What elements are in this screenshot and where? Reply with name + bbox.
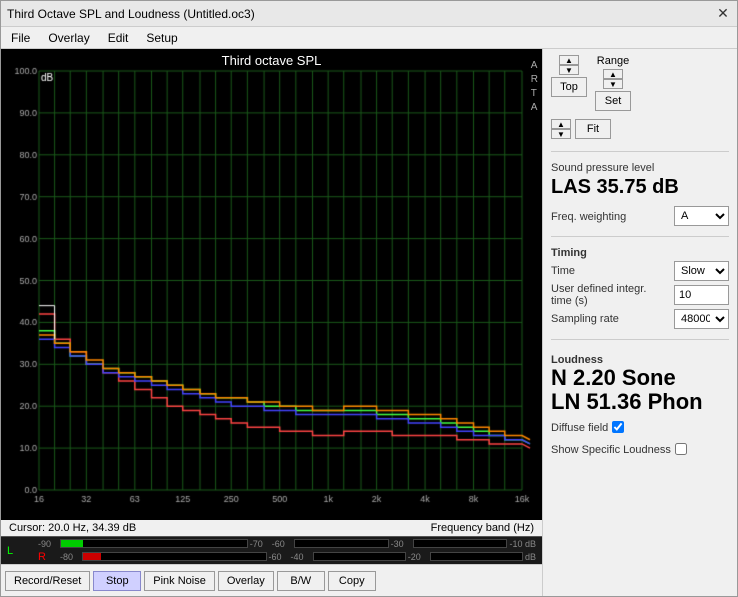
divider-1 [551, 151, 729, 152]
time-row: Time Slow Fast Impulse [551, 261, 729, 281]
fit-up-arrow[interactable]: ▲ [551, 119, 571, 129]
cursor-info: Cursor: 20.0 Hz, 34.39 dB Frequency band… [1, 520, 542, 536]
chart-canvas [1, 49, 542, 520]
freq-weight-row: Freq. weighting A B C Z [551, 206, 729, 226]
user-integr-input[interactable] [674, 285, 729, 305]
cursor-text: Cursor: 20.0 Hz, 34.39 dB [9, 522, 136, 534]
pink-noise-button[interactable]: Pink Noise [144, 571, 215, 591]
spl-section-label: Sound pressure level [551, 162, 729, 174]
timing-section: Timing Time Slow Fast Impulse User defin… [551, 245, 729, 331]
top-ctrl-group: ▲ ▼ Top [551, 55, 587, 111]
range-down-arrow[interactable]: ▼ [603, 79, 623, 89]
loudness-ln: LN 51.36 Phon [551, 390, 729, 414]
copy-button[interactable]: Copy [328, 571, 376, 591]
chart-area: Third octave SPL ARTA Cursor: 20.0 Hz, 3… [1, 49, 542, 596]
set-button[interactable]: Set [595, 91, 631, 111]
show-specific-label: Show Specific Loudness [551, 444, 671, 456]
record-reset-button[interactable]: Record/Reset [5, 571, 90, 591]
sampling-rate-row: Sampling rate 44100 48000 96000 [551, 309, 729, 329]
level-meter: L -90 -70 -60 -30 -10 dB [1, 536, 542, 564]
spl-value: LAS 35.75 dB [551, 176, 729, 198]
loudness-n: N 2.20 Sone [551, 366, 729, 390]
window-title: Third Octave SPL and Loudness (Untitled.… [7, 7, 255, 21]
loudness-section: Loudness N 2.20 Sone LN 51.36 Phon [551, 352, 729, 414]
freq-band-text: Frequency band (Hz) [431, 522, 534, 534]
right-panel: ▲ ▼ Top Range ▲ ▼ Set ▲ [542, 49, 737, 596]
menu-edit[interactable]: Edit [102, 29, 135, 47]
spl-section: Sound pressure level LAS 35.75 dB [551, 160, 729, 200]
top-up-arrow[interactable]: ▲ [559, 55, 579, 65]
top-spin: ▲ ▼ [559, 55, 579, 75]
fit-button[interactable]: Fit [575, 119, 611, 139]
chart-title: Third octave SPL [222, 53, 322, 68]
chart-container: Third octave SPL ARTA [1, 49, 542, 520]
main-window: Third Octave SPL and Loudness (Untitled.… [0, 0, 738, 597]
range-spin: ▲ ▼ [603, 69, 623, 89]
sampling-rate-label: Sampling rate [551, 313, 619, 325]
range-up-arrow[interactable]: ▲ [603, 69, 623, 79]
diffuse-field-checkbox[interactable] [612, 421, 624, 433]
main-content: Third octave SPL ARTA Cursor: 20.0 Hz, 3… [1, 49, 737, 596]
bw-button[interactable]: B/W [277, 571, 325, 591]
sampling-rate-select[interactable]: 44100 48000 96000 [674, 309, 729, 329]
fit-down-arrow[interactable]: ▼ [551, 129, 571, 139]
time-select[interactable]: Slow Fast Impulse [674, 261, 729, 281]
r-label: R [38, 551, 58, 563]
diffuse-field-label: Diffuse field [551, 422, 608, 434]
freq-weight-select[interactable]: A B C Z [674, 206, 729, 226]
menu-bar: File Overlay Edit Setup [1, 27, 737, 49]
show-specific-checkbox[interactable] [675, 443, 687, 455]
menu-overlay[interactable]: Overlay [42, 29, 95, 47]
user-integr-row: User defined integr. time (s) [551, 283, 729, 307]
top-down-arrow[interactable]: ▼ [559, 65, 579, 75]
freq-weight-label: Freq. weighting [551, 211, 626, 223]
title-bar: Third Octave SPL and Loudness (Untitled.… [1, 1, 737, 27]
fit-spin: ▲ ▼ [551, 119, 571, 139]
divider-2 [551, 236, 729, 237]
diffuse-field-row: Diffuse field [551, 420, 729, 434]
overlay-button[interactable]: Overlay [218, 571, 274, 591]
range-label: Range [597, 55, 629, 67]
top-controls: ▲ ▼ Top Range ▲ ▼ Set [551, 55, 729, 111]
user-integr-label: User defined integr. time (s) [551, 283, 651, 307]
top-button[interactable]: Top [551, 77, 587, 97]
stop-button[interactable]: Stop [93, 571, 141, 591]
menu-setup[interactable]: Setup [140, 29, 183, 47]
menu-file[interactable]: File [5, 29, 36, 47]
bottom-buttons: Record/Reset Stop Pink Noise Overlay B/W… [1, 564, 542, 596]
arta-label: ARTA [531, 59, 538, 115]
range-ctrl-group: Range ▲ ▼ Set [595, 55, 631, 111]
time-label: Time [551, 265, 575, 277]
divider-3 [551, 339, 729, 340]
timing-label: Timing [551, 247, 729, 259]
l-label: L [7, 545, 32, 557]
close-button[interactable]: ✕ [715, 6, 731, 22]
show-specific-row: Show Specific Loudness [551, 442, 729, 456]
